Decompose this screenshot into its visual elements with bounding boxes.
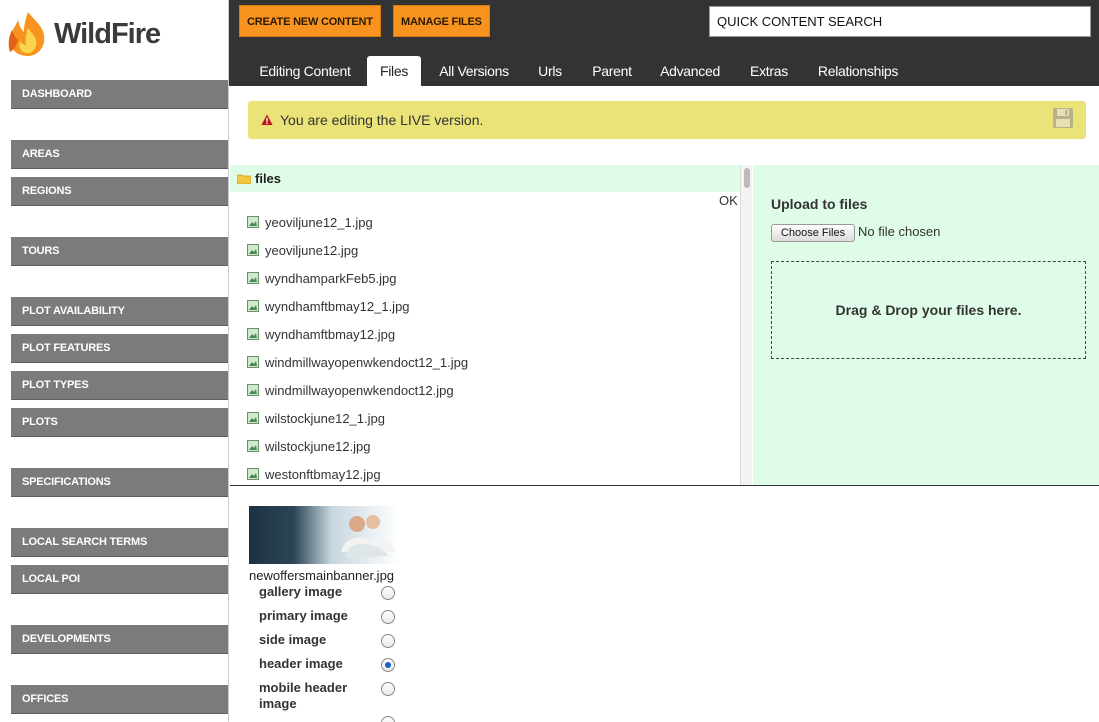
tab-editing-content[interactable]: Editing Content	[249, 56, 361, 86]
option-side-image-label: side image	[259, 632, 327, 647]
image-file-icon	[247, 412, 259, 424]
image-thumbnail[interactable]	[249, 506, 399, 564]
image-file-icon	[247, 244, 259, 256]
option-mobile-header-image-label: mobile header image	[259, 680, 348, 711]
image-file-icon	[247, 300, 259, 312]
file-list-scrollbar[interactable]	[740, 165, 752, 485]
alert-message: You are editing the LIVE version.	[280, 112, 484, 128]
folder-header[interactable]: files	[230, 165, 740, 192]
tab-all-versions[interactable]: All Versions	[431, 56, 517, 86]
option-gallery-image-radio[interactable]	[381, 586, 395, 600]
option-next-radio[interactable]	[381, 716, 395, 722]
drop-zone[interactable]: Drag & Drop your files here.	[771, 261, 1086, 359]
section-divider	[230, 485, 1099, 486]
image-file-icon	[247, 328, 259, 340]
tab-urls[interactable]: Urls	[529, 56, 571, 86]
live-version-alert: You are editing the LIVE version.	[248, 101, 1086, 139]
file-browser: files OK yeoviljune12_1.jpg yeoviljune12…	[230, 165, 752, 485]
no-file-chosen-text: No file chosen	[858, 224, 941, 239]
option-gallery-image-label: gallery image	[259, 584, 343, 599]
file-name: wyndhamftbmay12.jpg	[265, 327, 396, 342]
sidebar-item-areas[interactable]: AREAS	[11, 140, 228, 169]
tab-parent[interactable]: Parent	[583, 56, 641, 86]
file-name: yeoviljune12.jpg	[265, 243, 359, 258]
file-name: windmillwayopenwkendoct12_1.jpg	[265, 355, 469, 370]
sidebar-item-local-search-terms[interactable]: LOCAL SEARCH TERMS	[11, 528, 228, 557]
sidebar-item-offices[interactable]: OFFICES	[11, 685, 228, 714]
image-file-icon	[247, 356, 259, 368]
file-name: wilstockjune12_1.jpg	[265, 411, 385, 426]
image-file-icon	[247, 384, 259, 396]
file-name: wyndhamparkFeb5.jpg	[265, 271, 397, 286]
folder-icon	[237, 174, 251, 184]
option-mobile-header-image-radio[interactable]	[381, 682, 395, 696]
app-name: WildFire	[54, 18, 161, 50]
sidebar: WildFire DASHBOARD AREAS REGIONS TOURS P…	[0, 0, 229, 722]
sidebar-item-plot-features[interactable]: PLOT FEATURES	[11, 334, 228, 363]
sidebar-item-plot-types[interactable]: PLOT TYPES	[11, 371, 228, 400]
scrollbar-thumb[interactable]	[744, 168, 750, 188]
create-new-content-button[interactable]: CREATE NEW CONTENT	[239, 5, 381, 37]
sidebar-item-plots[interactable]: PLOTS	[11, 408, 228, 437]
image-filename: newoffersmainbanner.jpg	[249, 568, 395, 583]
save-icon[interactable]	[1052, 107, 1074, 129]
tab-relationships[interactable]: Relationships	[811, 56, 905, 86]
sidebar-item-local-poi[interactable]: LOCAL POI	[11, 565, 228, 594]
flame-icon	[8, 12, 45, 56]
sidebar-item-plot-availability[interactable]: PLOT AVAILABILITY	[11, 297, 228, 326]
folder-name: files	[255, 171, 282, 186]
app-logo[interactable]: WildFire	[6, 8, 161, 58]
image-file-icon	[247, 216, 259, 228]
file-name: wilstockjune12.jpg	[265, 439, 371, 454]
upload-title: Upload to files	[771, 196, 868, 212]
option-side-image-radio[interactable]	[381, 634, 395, 648]
image-file-icon	[247, 440, 259, 452]
sidebar-item-developments[interactable]: DEVELOPMENTS	[11, 625, 228, 654]
option-header-image-label: header image	[259, 656, 343, 671]
quick-content-search-input[interactable]	[709, 6, 1091, 37]
tab-extras[interactable]: Extras	[741, 56, 797, 86]
image-file-icon	[247, 468, 259, 480]
warning-icon	[261, 114, 273, 125]
manage-files-button[interactable]: MANAGE FILES	[393, 5, 490, 37]
choose-files-button[interactable]: Choose Files	[771, 224, 855, 242]
ok-button[interactable]: OK	[719, 193, 738, 208]
file-name: wyndhamftbmay12_1.jpg	[265, 299, 410, 314]
drop-zone-text: Drag & Drop your files here.	[835, 302, 1022, 318]
file-name: westonftbmay12.jpg	[265, 467, 381, 482]
upload-panel: Upload to files Choose Files No file cho…	[753, 165, 1099, 485]
sidebar-item-tours[interactable]: TOURS	[11, 237, 228, 266]
tab-advanced[interactable]: Advanced	[653, 56, 727, 86]
file-name: yeoviljune12_1.jpg	[265, 215, 373, 230]
option-header-image-radio[interactable]	[381, 658, 395, 672]
sidebar-item-specifications[interactable]: SPECIFICATIONS	[11, 468, 228, 497]
sidebar-item-regions[interactable]: REGIONS	[11, 177, 228, 206]
option-primary-image-radio[interactable]	[381, 610, 395, 624]
top-bar: CREATE NEW CONTENT MANAGE FILES Editing …	[229, 0, 1099, 86]
image-file-icon	[247, 272, 259, 284]
option-primary-image-label: primary image	[259, 608, 348, 623]
sidebar-item-dashboard[interactable]: DASHBOARD	[11, 80, 228, 109]
tab-files[interactable]: Files	[367, 56, 421, 86]
file-name: windmillwayopenwkendoct12.jpg	[265, 383, 454, 398]
